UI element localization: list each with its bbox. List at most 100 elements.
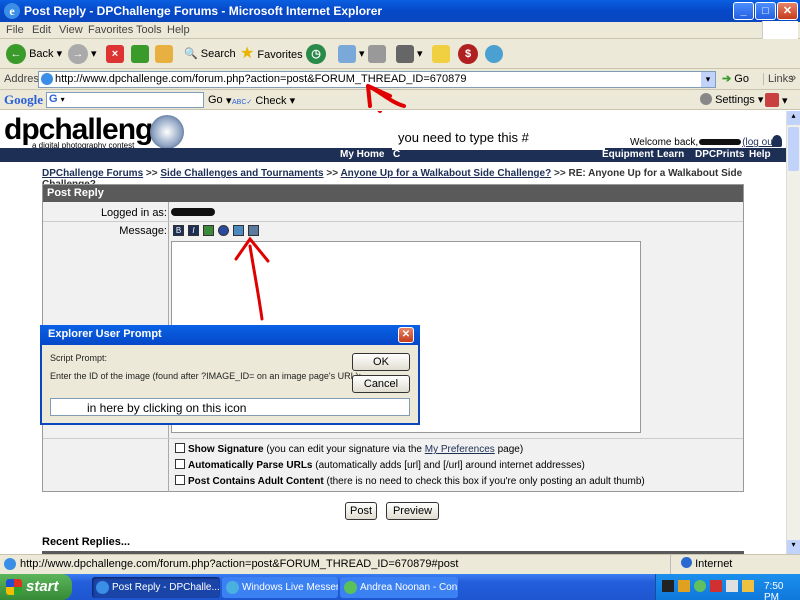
favorites-button[interactable]: ★ Favorites <box>240 44 303 64</box>
url-annotation-arrow <box>366 84 406 108</box>
status-bar: http://www.dpchallenge.com/forum.php?act… <box>0 554 800 575</box>
menu-bar: File Edit View Favorites Tools Help <box>0 21 800 39</box>
taskbar: start Post Reply - DPChalle... Windows L… <box>0 574 800 603</box>
back-label: Back <box>29 48 54 60</box>
refresh-icon <box>131 45 149 64</box>
search-label: Search <box>200 48 236 60</box>
menu-edit[interactable]: Edit <box>32 24 51 36</box>
home-button[interactable] <box>155 44 173 64</box>
tray-app-icon[interactable] <box>678 580 690 592</box>
menu-view[interactable]: View <box>59 24 83 36</box>
task-andrea-noonan[interactable]: Andrea Noonan - Con... <box>340 577 458 598</box>
go-label: Go <box>734 73 749 85</box>
google-g-icon: G <box>49 93 58 105</box>
go-button[interactable]: ➔ Go <box>722 72 749 85</box>
ie-icon: e <box>4 3 20 19</box>
task-post-reply[interactable]: Post Reply - DPChalle... <box>92 577 220 598</box>
dialog-ok-button[interactable]: OK <box>352 353 410 371</box>
edit-button[interactable]: ▾ <box>396 44 423 64</box>
tray-volume-icon[interactable] <box>726 580 738 592</box>
spellcheck-button[interactable]: ABC✓ Check ▾ <box>232 94 295 107</box>
icon-annotation-arrow <box>234 236 270 321</box>
menu-file[interactable]: File <box>6 24 24 36</box>
dialog-instructions: Enter the ID of the image (found after ?… <box>50 371 362 381</box>
google-logo[interactable]: Google <box>4 92 43 108</box>
messenger-icon <box>485 45 503 64</box>
favorites-label: Favorites <box>257 49 303 61</box>
scroll-thumb[interactable] <box>788 127 799 171</box>
page-status-icon <box>4 558 16 570</box>
annotation-click-icon: in here by clicking on this icon <box>87 401 247 415</box>
start-label: start <box>26 578 59 595</box>
system-tray: 7:50 PM <box>655 574 800 603</box>
globe-icon <box>681 557 692 568</box>
google-go-dropdown-icon[interactable]: ▾ <box>226 94 232 107</box>
refresh-button[interactable] <box>131 44 149 64</box>
dialog-title: Explorer User Prompt <box>48 328 162 340</box>
mail-button[interactable]: ▾ <box>338 44 365 64</box>
star-icon: ★ <box>240 45 255 62</box>
close-button[interactable]: ✕ <box>777 2 798 20</box>
google-settings-button[interactable]: Settings ▾ <box>700 93 763 106</box>
zone-label: Internet <box>695 558 733 570</box>
task-windows-live-messenger[interactable]: Windows Live Messen... <box>222 577 338 598</box>
links-chevron-icon[interactable]: » <box>790 72 796 84</box>
history-button[interactable]: ◷ <box>306 44 326 65</box>
menu-tools[interactable]: Tools <box>136 24 162 36</box>
back-arrow-icon: ← <box>6 44 26 65</box>
menu-help[interactable]: Help <box>167 24 190 36</box>
search-button[interactable]: 🔍 Search <box>184 44 236 64</box>
stop-button[interactable]: × <box>106 44 124 64</box>
menu-favorites[interactable]: Favorites <box>88 24 133 36</box>
task-label: Post Reply - DPChalle... <box>112 582 220 593</box>
tray-network-icon[interactable] <box>742 580 754 592</box>
abc-check-icon: ABC✓ <box>232 99 253 106</box>
google-search-input[interactable]: G ▾ <box>46 92 204 108</box>
wrench-icon <box>700 93 712 105</box>
discuss-button[interactable] <box>432 44 450 64</box>
windows-logo <box>762 21 798 39</box>
tray-app-icon[interactable] <box>710 580 722 592</box>
dialog-label: Script Prompt: <box>50 353 108 363</box>
messenger-task-icon <box>226 581 239 594</box>
annotation-type-number: you need to type this # <box>392 128 605 150</box>
messenger-button[interactable] <box>485 44 503 64</box>
tray-app-icon[interactable] <box>662 580 674 592</box>
dialog-titlebar[interactable]: Explorer User Prompt ✕ <box>40 325 420 345</box>
task-label: Andrea Noonan - Con... <box>360 582 458 593</box>
window-title: Post Reply - DPChallenge Forums - Micros… <box>24 4 383 18</box>
explorer-user-prompt-dialog: Explorer User Prompt ✕ Script Prompt: En… <box>40 325 420 425</box>
address-dropdown-icon[interactable]: ▾ <box>701 72 715 87</box>
google-go-button[interactable]: Go <box>208 94 223 106</box>
vertical-scrollbar[interactable]: ▴ ▾ <box>786 111 800 554</box>
go-arrow-icon: ➔ <box>722 73 732 85</box>
settings-label: Settings <box>715 94 755 106</box>
scroll-up-icon[interactable]: ▴ <box>787 111 800 125</box>
scroll-down-icon[interactable]: ▾ <box>787 540 800 554</box>
zone-indicator: Internet <box>670 555 732 575</box>
print-button[interactable] <box>368 44 386 64</box>
start-button[interactable]: start <box>0 574 72 600</box>
note-icon <box>432 45 450 64</box>
forward-arrow-icon: → <box>68 44 88 65</box>
forward-button[interactable]: → ▾ <box>68 44 97 65</box>
mail-icon <box>338 45 356 64</box>
back-button[interactable]: ← Back ▾ <box>6 44 62 65</box>
popup-blocker-icon[interactable]: ▾ <box>765 93 788 107</box>
image-id-input[interactable]: in here by clicking on this icon <box>50 398 410 416</box>
dialog-close-button[interactable]: ✕ <box>398 327 414 343</box>
minimize-button[interactable]: _ <box>733 2 754 20</box>
task-label: Windows Live Messen... <box>242 582 338 593</box>
page-icon <box>41 73 53 85</box>
google-dropdown-icon[interactable]: ▾ <box>61 95 65 104</box>
printer-icon <box>368 45 386 64</box>
window-titlebar[interactable]: e Post Reply - DPChallenge Forums - Micr… <box>0 0 800 22</box>
toolbar: ← Back ▾ → ▾ × 🔍 Search ★ Favorites ◷ ▾ … <box>0 39 800 69</box>
dialog-cancel-button[interactable]: Cancel <box>352 375 410 393</box>
casino-icon: $ <box>458 44 478 65</box>
history-icon: ◷ <box>306 44 326 65</box>
tray-messenger-icon[interactable] <box>694 580 706 592</box>
maximize-button[interactable]: □ <box>755 2 776 20</box>
research-button[interactable]: $ <box>458 44 478 65</box>
status-url: http://www.dpchallenge.com/forum.php?act… <box>20 558 459 570</box>
